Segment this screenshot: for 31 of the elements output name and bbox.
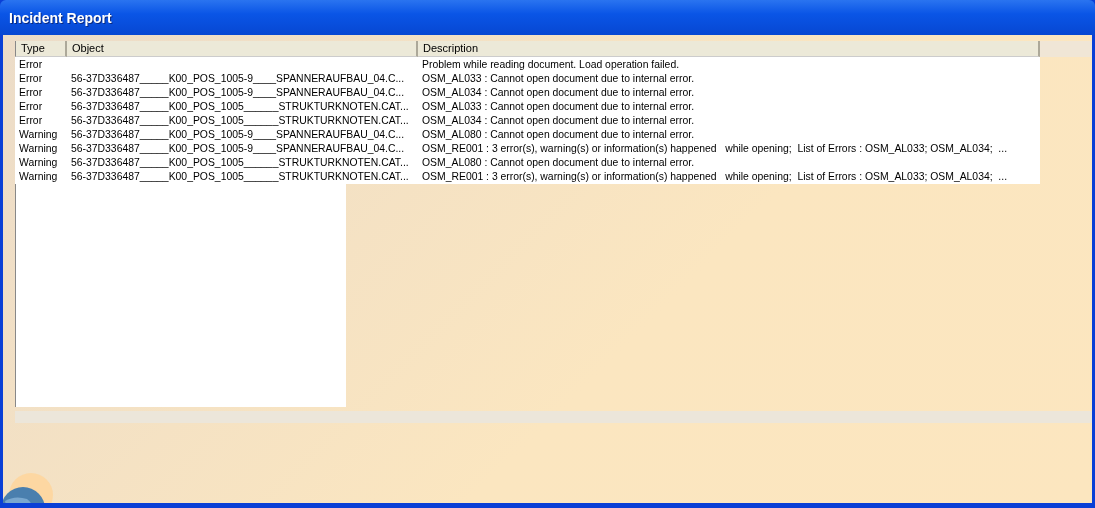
table-cell-text: Problem while reading document. Load operation failed. [421, 58, 681, 72]
table-cell-text: Error [18, 72, 44, 86]
table-cell-text: Warning [18, 128, 59, 142]
table-cell-text: OSM_RE001 : 3 error(s), warning(s) or information(s) happened while opening; List of Errors : OSM_AL033; OSM_AL034; ... [421, 142, 1009, 156]
table-cell-text: Error [18, 114, 44, 128]
column-header[interactable]: Description [418, 41, 1040, 57]
window-title: Incident Report [9, 9, 112, 26]
table-cell: 56-37D336487_____K00_POS_1005-9____SPANNERAUFBAU_04.C... [71, 87, 405, 98]
table-cell: 56-37D336487_____K00_POS_1005-9____SPANNERAUFBAU_04.C... [71, 129, 405, 140]
column-header[interactable]: Object [67, 41, 418, 57]
table-cell-text: OSM_RE001 : 3 error(s), warning(s) or information(s) happened while opening; List of Errors : OSM_AL033; OSM_AL034; ... [421, 170, 1009, 184]
column-header[interactable]: Type [15, 41, 67, 57]
table-cell-text: OSM_AL080 : Cannot open document due to internal error. [421, 156, 696, 170]
globe-drawing [3, 473, 53, 503]
table-cell-text: Warning [18, 156, 59, 170]
table-cell: 56-37D336487_____K00_POS_1005______STRUKTURKNOTEN.CAT... [71, 157, 409, 168]
table-cell-text: OSM_AL080 : Cannot open document due to internal error. [421, 128, 696, 142]
table-cell-text: Error [18, 100, 44, 114]
table-cell-text: Warning [18, 142, 59, 156]
table-cell-text: OSM_AL033 : Cannot open document due to internal error. [421, 72, 696, 86]
table-cell-text: OSM_AL033 : Cannot open document due to internal error. [421, 100, 696, 114]
table-cell: 56-37D336487_____K00_POS_1005-9____SPANNERAUFBAU_04.C... [71, 73, 405, 84]
table-cell: 56-37D336487_____K00_POS_1005______STRUKTURKNOTEN.CAT... [71, 101, 409, 112]
table-cell-text: Warning [18, 170, 59, 184]
table-cell: 56-37D336487_____K00_POS_1005______STRUKTURKNOTEN.CAT... [71, 171, 409, 182]
table-cell-text: Error [18, 58, 44, 72]
table-cell: 56-37D336487_____K00_POS_1005-9____SPANNERAUFBAU_04.C... [71, 143, 405, 154]
table-cell-text: OSM_AL034 : Cannot open document due to internal error. [421, 86, 696, 100]
table-cell-text: OSM_AL034 : Cannot open document due to internal error. [421, 114, 696, 128]
table-cell-text: Error [18, 86, 44, 100]
table-cell: 56-37D336487_____K00_POS_1005______STRUKTURKNOTEN.CAT... [71, 115, 409, 126]
